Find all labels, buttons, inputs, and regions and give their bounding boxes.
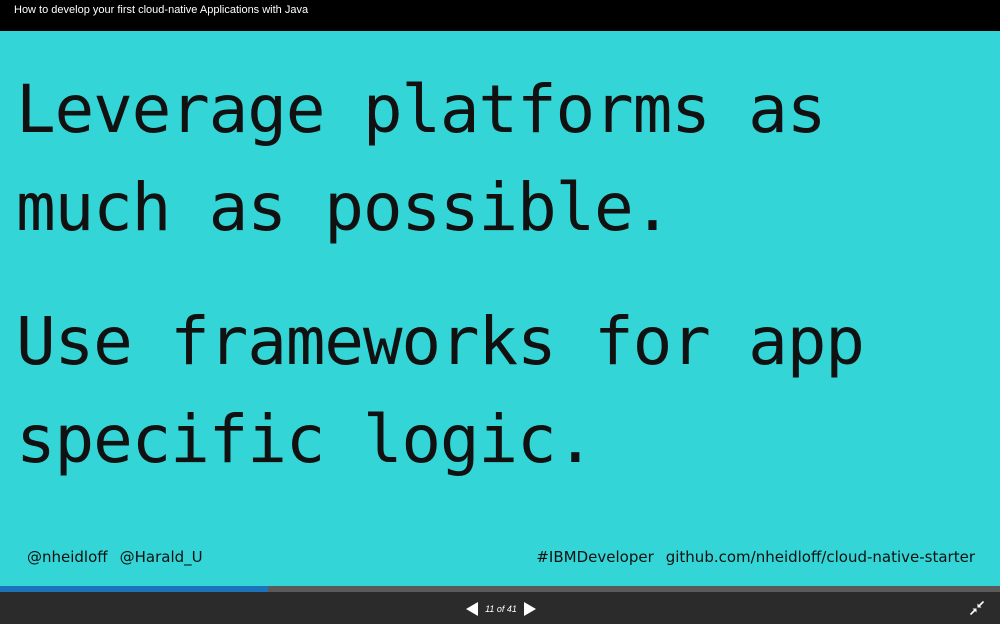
slide-text-line-4: specific logic.	[16, 401, 595, 478]
author-handle-2: @Harald_U	[119, 548, 203, 566]
slide-navigation: 11 of 41	[466, 601, 536, 617]
collapse-fullscreen-icon[interactable]	[970, 601, 984, 615]
github-url-label: github.com/nheidloff/cloud-native-starte…	[665, 548, 975, 566]
slide-canvas[interactable]: Leverage platforms as much as possible. …	[0, 31, 1000, 586]
slide-counter: 11 of 41	[485, 604, 517, 614]
slide-text-line-3: Use frameworks for app	[16, 303, 865, 380]
presentation-title[interactable]: How to develop your first cloud-native A…	[14, 4, 308, 17]
presentation-viewer: How to develop your first cloud-native A…	[0, 0, 1000, 624]
title-bar: How to develop your first cloud-native A…	[0, 0, 1000, 31]
slide-footer-links: #IBMDeveloper github.com/nheidloff/cloud-…	[536, 548, 975, 566]
player-controls: 11 of 41	[0, 592, 1000, 624]
slide-footer-authors: @nheidloff @Harald_U	[27, 548, 203, 566]
slide-text-line-1: Leverage platforms as	[16, 71, 826, 148]
hashtag-label: #IBMDeveloper	[536, 548, 654, 566]
slide-text-line-2: much as possible.	[16, 169, 672, 246]
triangle-right-icon[interactable]	[524, 602, 536, 616]
triangle-left-icon[interactable]	[466, 602, 478, 616]
author-handle-1: @nheidloff	[27, 548, 108, 566]
